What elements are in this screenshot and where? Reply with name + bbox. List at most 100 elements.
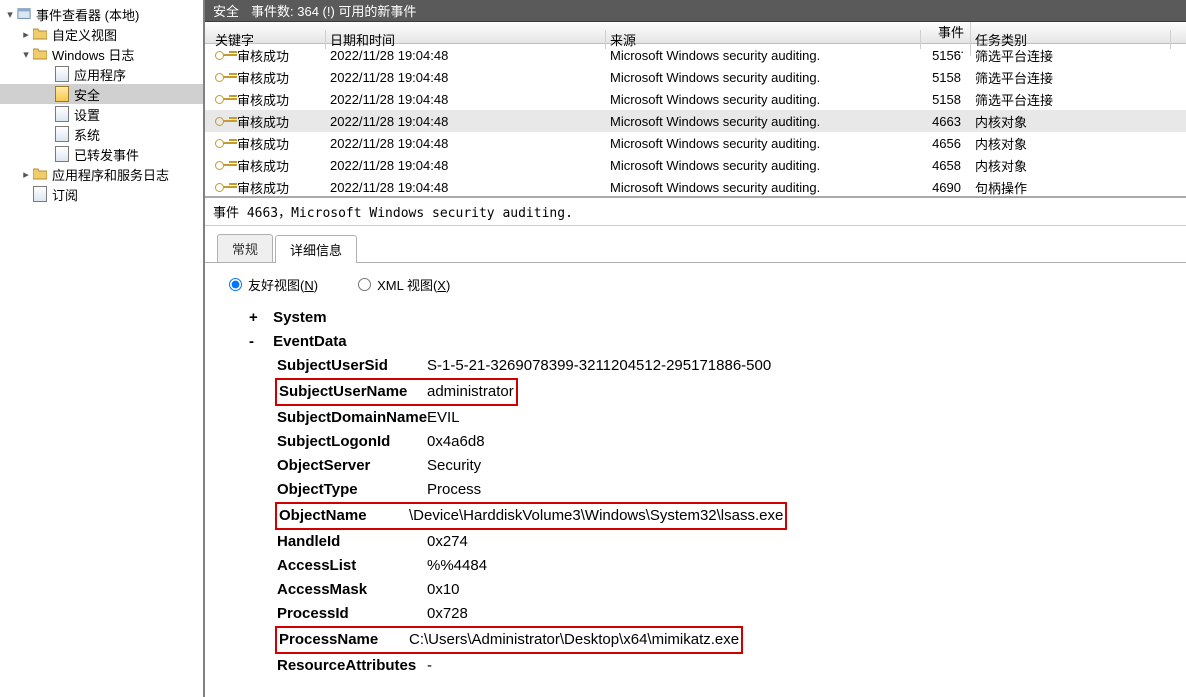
chevron-right-icon: ▸ [20,168,32,181]
field-value: administrator [427,380,514,404]
chevron-right-icon: ▸ [20,28,32,41]
event-category: 筛选平台连接 [971,90,1171,109]
event-id: 5158 [921,92,971,107]
tree-log-application[interactable]: 应用程序 [0,64,203,84]
key-icon [215,94,231,104]
event-id: 5156 [921,48,971,63]
tree-log-security[interactable]: 安全 [0,84,203,104]
event-data-field: ObjectServerSecurity [249,454,1160,478]
field-key: ObjectServer [277,454,427,478]
event-data-field: HandleId0x274 [249,530,1160,554]
event-row[interactable]: 审核成功2022/11/28 19:04:48Microsoft Windows… [205,44,1186,66]
field-value: S-1-5-21-3269078399-3211204512-295171886… [427,354,771,378]
event-row[interactable]: 审核成功2022/11/28 19:04:48Microsoft Windows… [205,88,1186,110]
field-value: 0x10 [427,578,460,602]
tree-item-label: 自定义视图 [52,25,117,44]
tab-details[interactable]: 详细信息 [275,235,357,263]
event-row[interactable]: 审核成功2022/11/28 19:04:48Microsoft Windows… [205,132,1186,154]
event-data-field: ObjectName\Device\HarddiskVolume3\Window… [249,502,1160,530]
event-category: 内核对象 [971,112,1171,131]
tree-item-label: 系统 [74,125,100,144]
log-icon [54,66,70,82]
view-mode-row: 友好视图(N) XML 视图(X) [205,263,1186,300]
event-source: Microsoft Windows security auditing. [606,92,921,107]
radio-friendly-input[interactable] [229,278,242,291]
radio-xml-input[interactable] [358,278,371,291]
eventdata-node[interactable]: - EventData [249,330,1160,354]
system-node[interactable]: + System [249,306,1160,330]
event-source: Microsoft Windows security auditing. [606,180,921,195]
folder-icon [32,26,48,42]
tree-sidebar: ▾ 事件查看器 (本地) ▸ 自定义视图 ▾ Windows 日志 应用程序 [0,0,205,697]
radio-xml-view[interactable]: XML 视图(X) [358,275,450,294]
field-key: ObjectType [277,478,427,502]
key-icon [215,50,231,60]
field-value: Security [427,454,481,478]
event-row[interactable]: 审核成功2022/11/28 19:04:48Microsoft Windows… [205,110,1186,132]
key-icon [215,182,231,192]
tree-app-service-logs[interactable]: ▸ 应用程序和服务日志 [0,164,203,184]
field-value: Process [427,478,481,502]
tree-item-label: 安全 [74,85,100,104]
event-row[interactable]: 审核成功2022/11/28 19:04:48Microsoft Windows… [205,176,1186,197]
tree-custom-views[interactable]: ▸ 自定义视图 [0,24,203,44]
tree-root-label: 事件查看器 (本地) [36,5,139,24]
event-keyword: 审核成功 [237,46,289,65]
field-value: %%4484 [427,554,487,578]
event-source: Microsoft Windows security auditing. [606,136,921,151]
event-id: 4663 [921,114,971,129]
event-keyword: 审核成功 [237,134,289,153]
log-icon [54,106,70,122]
folder-icon [32,166,48,182]
event-data-field: AccessMask0x10 [249,578,1160,602]
event-source: Microsoft Windows security auditing. [606,114,921,129]
event-data-field: SubjectUserNameadministrator [249,378,1160,406]
event-keyword: 审核成功 [237,112,289,131]
header-count: 事件数: 364 (!) 可用的新事件 [251,1,416,20]
event-data-tree: + System - EventData SubjectUserSidS-1-5… [205,300,1186,697]
event-category: 内核对象 [971,156,1171,175]
field-value: 0x4a6d8 [427,430,485,454]
event-source: Microsoft Windows security auditing. [606,48,921,63]
event-row[interactable]: 审核成功2022/11/28 19:04:48Microsoft Windows… [205,154,1186,176]
field-key: ObjectName [279,504,409,528]
field-value: EVIL [427,406,460,430]
field-value: 0x274 [427,530,468,554]
event-row[interactable]: 审核成功2022/11/28 19:04:48Microsoft Windows… [205,66,1186,88]
event-data-field: ObjectTypeProcess [249,478,1160,502]
tree-item-label: 订阅 [52,185,78,204]
field-value: - [427,654,432,678]
event-data-field: ProcessNameC:\Users\Administrator\Deskto… [249,626,1160,654]
tab-general[interactable]: 常规 [217,234,273,262]
event-datetime: 2022/11/28 19:04:48 [326,70,606,85]
event-id: 4658 [921,158,971,173]
col-datetime[interactable]: 日期和时间 [326,30,606,49]
key-icon [215,116,231,126]
highlight-box: ObjectName\Device\HarddiskVolume3\Window… [275,502,787,530]
event-data-field: SubjectDomainNameEVIL [249,406,1160,430]
key-icon [215,72,231,82]
event-category: 筛选平台连接 [971,46,1171,65]
event-list-header: 关键字 日期和时间 来源 事件 ... 任务类别 [205,22,1186,44]
detail-tabs: 常规 详细信息 [205,226,1186,263]
field-key: SubjectLogonId [277,430,427,454]
tree-windows-logs[interactable]: ▾ Windows 日志 [0,44,203,64]
event-source: Microsoft Windows security auditing. [606,158,921,173]
field-key: SubjectUserSid [277,354,427,378]
tree-root[interactable]: ▾ 事件查看器 (本地) [0,4,203,24]
tree-log-system[interactable]: 系统 [0,124,203,144]
radio-friendly-view[interactable]: 友好视图(N) [229,275,318,294]
minus-icon: - [249,330,261,354]
event-datetime: 2022/11/28 19:04:48 [326,180,606,195]
field-key: ProcessName [279,628,409,652]
field-key: HandleId [277,530,427,554]
folder-icon [32,46,48,62]
chevron-down-icon: ▾ [20,48,32,61]
tree-log-setup[interactable]: 设置 [0,104,203,124]
field-key: SubjectUserName [279,380,427,404]
tree-log-forwarded[interactable]: 已转发事件 [0,144,203,164]
tree-subscriptions[interactable]: 订阅 [0,184,203,204]
event-category: 内核对象 [971,134,1171,153]
event-source: Microsoft Windows security auditing. [606,70,921,85]
col-source[interactable]: 来源 [606,30,921,49]
